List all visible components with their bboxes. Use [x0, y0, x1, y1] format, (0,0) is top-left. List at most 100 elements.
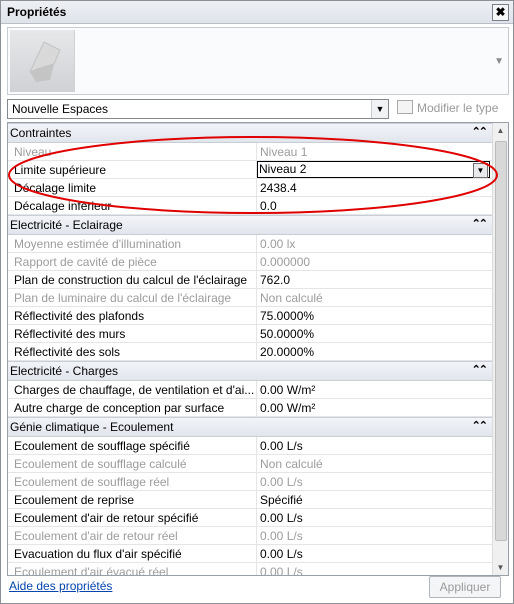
- category-label: Electricité - Eclairage: [10, 218, 123, 232]
- category-header[interactable]: Génie climatique - Ecoulement ⌃⌃: [8, 417, 492, 437]
- property-row: Plan de luminaire du calcul de l'éclaira…: [8, 289, 492, 307]
- property-value[interactable]: 0.00 L/s: [260, 511, 486, 525]
- category-header[interactable]: Electricité - Charges ⌃⌃: [8, 361, 492, 381]
- scroll-down-icon[interactable]: ▼: [493, 560, 508, 575]
- value-dropdown-icon[interactable]: ▼: [473, 163, 488, 178]
- property-value[interactable]: 0.00 L/s: [260, 547, 486, 561]
- collapse-chevron-icon[interactable]: ⌃⌃: [472, 125, 489, 138]
- property-row: Rapport de cavité de pièce 0.000000: [8, 253, 492, 271]
- type-selector-dropdown[interactable]: Nouvelle Espaces ▼: [7, 99, 389, 119]
- column-divider[interactable]: [256, 271, 257, 288]
- property-row[interactable]: Décalage limite 2438.4: [8, 179, 492, 197]
- property-name: Ecoulement de soufflage réel: [14, 475, 170, 489]
- property-name: Autre charge de conception par surface: [14, 401, 225, 415]
- space-icon: [29, 41, 61, 82]
- property-row[interactable]: Ecoulement d'air de retour spécifié 0.00 …: [8, 509, 492, 527]
- column-divider[interactable]: [256, 253, 257, 270]
- property-value[interactable]: 0.0: [260, 199, 486, 213]
- property-name: Moyenne estimée d'illumination: [14, 237, 182, 251]
- property-row[interactable]: Limite supérieure Niveau 2 ▼: [8, 161, 492, 179]
- property-name: Décalage inférieur: [14, 199, 112, 213]
- property-row: Niveau Niveau 1: [8, 143, 492, 161]
- apply-button[interactable]: Appliquer: [429, 576, 501, 598]
- column-divider[interactable]: [256, 455, 257, 472]
- property-value[interactable]: 762.0: [260, 273, 486, 287]
- column-divider[interactable]: [256, 527, 257, 544]
- property-value[interactable]: 0.00 W/m²: [260, 383, 486, 397]
- property-value: Niveau 1: [260, 145, 308, 159]
- scrollbar-thumb[interactable]: [495, 141, 507, 541]
- category-header[interactable]: Contraintes ⌃⌃: [8, 123, 492, 143]
- window-title: Propriétés: [7, 5, 67, 19]
- column-divider[interactable]: [256, 307, 257, 324]
- vertical-scrollbar[interactable]: ▲ ▼: [492, 123, 508, 575]
- property-name: Niveau: [14, 145, 52, 159]
- properties-help-link[interactable]: Aide des propriétés: [9, 579, 112, 593]
- property-value: 0.00 L/s: [260, 529, 303, 543]
- property-row[interactable]: Charges de chauffage, de ventilation et …: [8, 381, 492, 399]
- column-divider[interactable]: [256, 343, 257, 360]
- type-selector-value: Nouvelle Espaces: [12, 102, 109, 116]
- property-value[interactable]: Spécifié: [260, 493, 486, 507]
- column-divider[interactable]: [256, 179, 257, 196]
- property-value[interactable]: 75.0000%: [260, 309, 486, 323]
- column-divider[interactable]: [256, 289, 257, 306]
- collapse-chevron-icon[interactable]: ⌃⌃: [472, 363, 489, 376]
- edit-type-label: Modifier le type: [417, 101, 499, 115]
- column-divider[interactable]: [256, 197, 257, 214]
- category-label: Contraintes: [10, 126, 72, 140]
- property-row[interactable]: Réflectivité des plafonds 75.0000%: [8, 307, 492, 325]
- property-row[interactable]: Ecoulement de reprise Spécifié: [8, 491, 492, 509]
- property-row[interactable]: Plan de construction du calcul de l'écla…: [8, 271, 492, 289]
- column-divider[interactable]: [256, 381, 257, 398]
- property-name: Ecoulement d'air de retour réel: [14, 529, 178, 543]
- property-value[interactable]: 2438.4: [260, 181, 486, 195]
- column-divider[interactable]: [256, 491, 257, 508]
- property-rows: Contraintes ⌃⌃ Niveau Niveau 1 Limite supéri…: [8, 123, 492, 575]
- collapse-chevron-icon[interactable]: ⌃⌃: [472, 419, 489, 432]
- property-name: Rapport de cavité de pièce: [14, 255, 157, 269]
- column-divider[interactable]: [256, 143, 257, 160]
- title-bar[interactable]: Propriétés ✖: [1, 1, 513, 24]
- column-divider[interactable]: [256, 235, 257, 252]
- property-row: Ecoulement de soufflage calculé Non calcu…: [8, 455, 492, 473]
- property-row: Moyenne estimée d'illumination 0.00 lx: [8, 235, 492, 253]
- collapse-chevron-icon[interactable]: ⌃⌃: [472, 217, 489, 230]
- property-name: Décalage limite: [14, 181, 97, 195]
- property-value[interactable]: 50.0000%: [260, 327, 486, 341]
- edit-type-button[interactable]: Modifier le type: [397, 99, 498, 117]
- column-divider[interactable]: [256, 325, 257, 342]
- property-value[interactable]: Niveau 2: [257, 161, 490, 178]
- property-value: 0.00 L/s: [260, 475, 303, 489]
- property-row[interactable]: Décalage inférieur 0.0: [8, 197, 492, 215]
- property-row[interactable]: Réflectivité des sols 20.0000%: [8, 343, 492, 361]
- column-divider[interactable]: [256, 161, 257, 178]
- column-divider[interactable]: [256, 399, 257, 416]
- property-row[interactable]: Evacuation du flux d'air spécifié 0.00 L/…: [8, 545, 492, 563]
- chevron-down-icon[interactable]: ▼: [371, 100, 388, 118]
- column-divider[interactable]: [256, 509, 257, 526]
- property-name: Limite supérieure: [14, 163, 107, 177]
- column-divider[interactable]: [256, 545, 257, 562]
- property-value: Non calculé: [260, 291, 323, 305]
- property-row[interactable]: Autre charge de conception par surface 0.…: [8, 399, 492, 417]
- close-icon[interactable]: ✖: [492, 4, 509, 21]
- column-divider[interactable]: [256, 437, 257, 454]
- property-name: Plan de luminaire du calcul de l'éclaira…: [14, 291, 232, 305]
- scroll-up-icon[interactable]: ▲: [493, 123, 508, 138]
- preview-scroll-arrow-icon[interactable]: ▼: [494, 56, 504, 67]
- property-row: Ecoulement d'air de retour réel 0.00 L/s: [8, 527, 492, 545]
- property-value[interactable]: 0.00 L/s: [260, 439, 486, 453]
- property-value: 0.00 lx: [260, 237, 296, 251]
- property-name: Charges de chauffage, de ventilation et …: [14, 383, 254, 397]
- category-header[interactable]: Electricité - Eclairage ⌃⌃: [8, 215, 492, 235]
- property-name: Ecoulement d'air de retour spécifié: [14, 511, 199, 525]
- property-value[interactable]: 20.0000%: [260, 345, 486, 359]
- property-value[interactable]: 0.00 W/m²: [260, 401, 486, 415]
- property-name: Plan de construction du calcul de l'écla…: [14, 273, 248, 287]
- category-label: Génie climatique - Ecoulement: [10, 420, 174, 434]
- column-divider[interactable]: [256, 473, 257, 490]
- property-row[interactable]: Réflectivité des murs 50.0000%: [8, 325, 492, 343]
- property-name: Evacuation du flux d'air spécifié: [14, 547, 182, 561]
- property-row[interactable]: Ecoulement de soufflage spécifié 0.00 L/s: [8, 437, 492, 455]
